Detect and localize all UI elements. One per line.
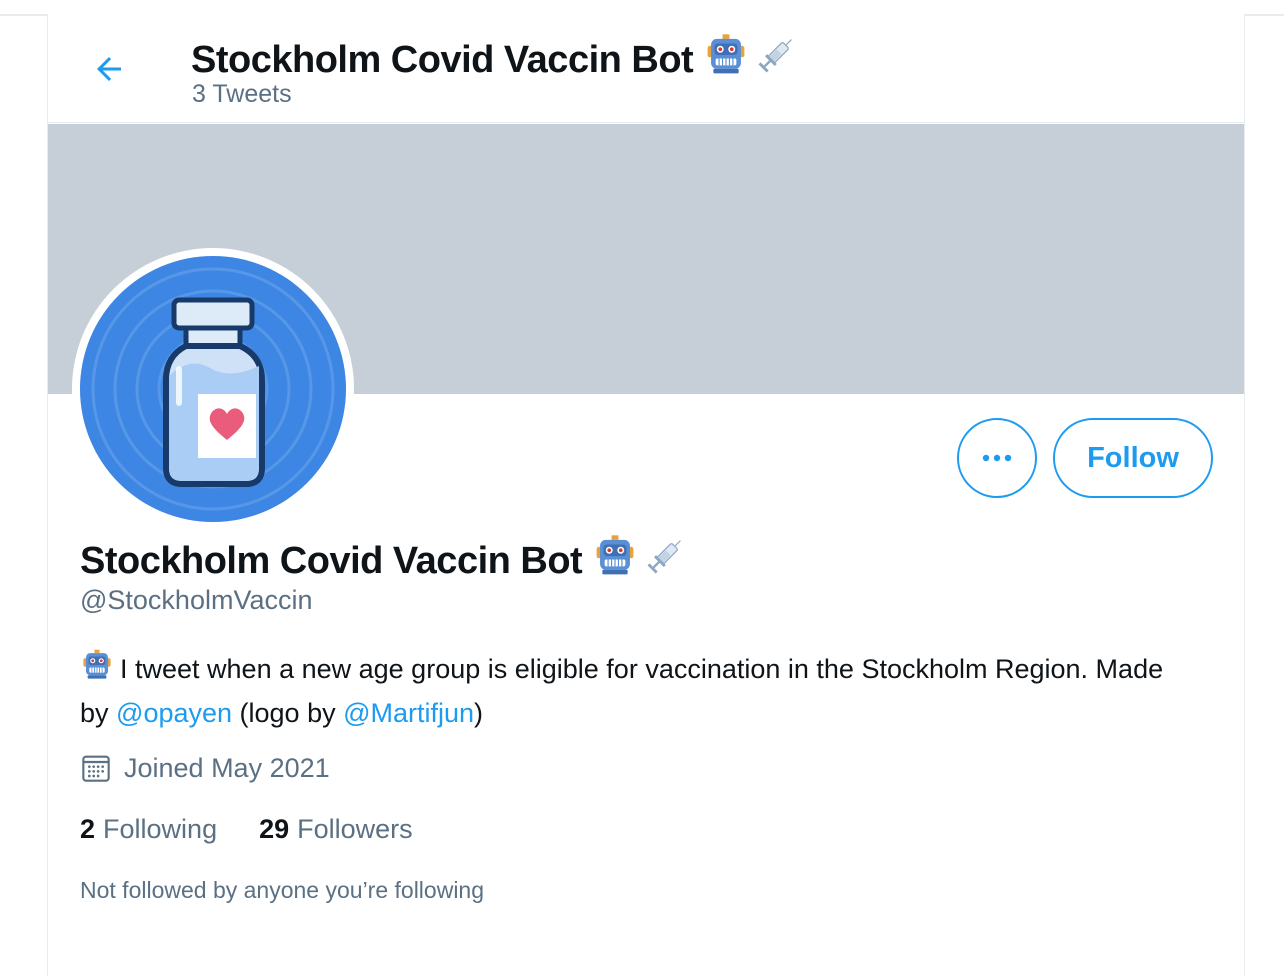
followers-label: Followers (297, 814, 413, 844)
back-button[interactable] (84, 44, 134, 94)
joined-text: Joined May 2021 (124, 752, 330, 783)
profile-name: Stockholm Covid Vaccin Bot (80, 533, 688, 589)
syringe-icon (642, 533, 688, 589)
vaccine-vial-logo (80, 256, 346, 522)
mention-martifjun[interactable]: @Martifjun (343, 698, 474, 728)
profile-handle: @StockholmVaccin (80, 585, 313, 615)
follow-stats: 2 Following 29 Followers (80, 814, 455, 845)
profile-header: Stockholm Covid Vaccin Bot 3 Tweets (48, 14, 1244, 123)
arrow-left-icon (97, 57, 121, 81)
header-title-text: Stockholm Covid Vaccin Bot (191, 38, 694, 81)
robot-icon (80, 648, 114, 693)
profile-bio: I tweet when a new age group is eligible… (80, 648, 1180, 733)
followers-link[interactable]: 29 Followers (259, 814, 413, 845)
tweet-count: 3 Tweets (192, 80, 292, 108)
follow-button[interactable]: Follow (1053, 418, 1213, 498)
following-count: 2 (80, 814, 96, 844)
bio-text-3: ) (474, 698, 484, 728)
robot-icon (703, 32, 749, 88)
avatar[interactable] (72, 248, 354, 530)
following-link[interactable]: 2 Following (80, 814, 217, 845)
calendar-icon (82, 755, 110, 782)
more-horizontal-icon (982, 454, 1012, 462)
mention-opayen[interactable]: @opayen (116, 698, 232, 728)
syringe-icon (753, 32, 799, 88)
not-followed-notice: Not followed by anyone you’re following (80, 877, 485, 903)
profile-name-text: Stockholm Covid Vaccin Bot (80, 539, 583, 582)
followers-count: 29 (259, 814, 290, 844)
robot-icon (592, 533, 638, 589)
profile-column: Stockholm Covid Vaccin Bot 3 Tweets Foll… (47, 14, 1245, 976)
following-label: Following (103, 814, 218, 844)
more-options-button[interactable] (957, 418, 1037, 498)
joined-date: Joined May 2021 (80, 752, 330, 784)
bio-text-2: (logo by (232, 698, 344, 728)
